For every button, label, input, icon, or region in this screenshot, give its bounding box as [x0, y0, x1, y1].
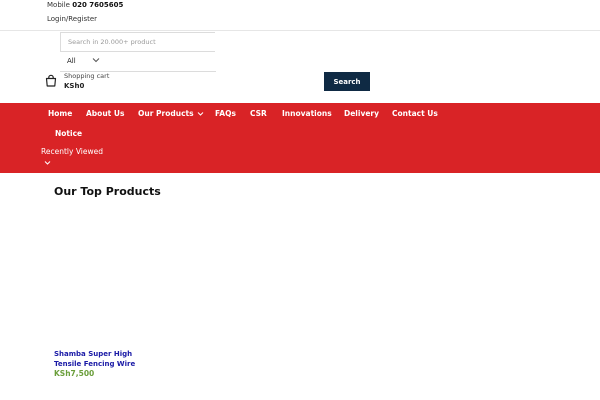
mobile-label: Mobile: [47, 1, 70, 9]
chevron-down-icon: [92, 58, 100, 63]
chevron-down-icon: [197, 112, 203, 116]
product-name-link[interactable]: Shamba Super High Tensile Fencing Wire: [54, 349, 144, 369]
cart-icon[interactable]: [44, 74, 58, 88]
nav-item-notice[interactable]: Notice: [55, 129, 82, 138]
header-divider: [0, 30, 600, 31]
nav-item-home[interactable]: Home: [48, 109, 72, 118]
search-input[interactable]: [61, 33, 156, 51]
search-box: [60, 32, 215, 52]
recently-viewed-toggle[interactable]: Recently Viewed: [41, 147, 103, 156]
mobile-number[interactable]: 020 7605605: [72, 1, 123, 9]
category-value: All: [67, 57, 76, 65]
search-button[interactable]: Search: [324, 72, 370, 91]
mobile-contact: Mobile 020 7605605: [47, 1, 123, 9]
product-image[interactable]: [54, 206, 144, 342]
chevron-down-icon[interactable]: [44, 160, 51, 166]
category-select[interactable]: All: [60, 52, 216, 72]
main-nav: Home About Us Our Products FAQs CSR Inno…: [0, 103, 600, 173]
nav-item-innovations[interactable]: Innovations: [282, 109, 332, 118]
nav-item-our-products[interactable]: Our Products: [138, 109, 204, 118]
section-title: Our Top Products: [54, 185, 161, 198]
nav-item-contact-us[interactable]: Contact Us: [392, 109, 438, 118]
cart-label[interactable]: Shopping cart: [64, 72, 109, 80]
nav-item-delivery[interactable]: Delivery: [344, 109, 379, 118]
login-register-link[interactable]: Login/Register: [47, 15, 97, 23]
nav-item-faqs[interactable]: FAQs: [215, 109, 236, 118]
nav-item-our-products-label: Our Products: [138, 109, 194, 118]
cart-total[interactable]: KSh0: [64, 82, 84, 90]
nav-item-about-us[interactable]: About Us: [86, 109, 124, 118]
nav-item-csr[interactable]: CSR: [250, 109, 267, 118]
product-price: KSh7,500: [54, 369, 95, 378]
